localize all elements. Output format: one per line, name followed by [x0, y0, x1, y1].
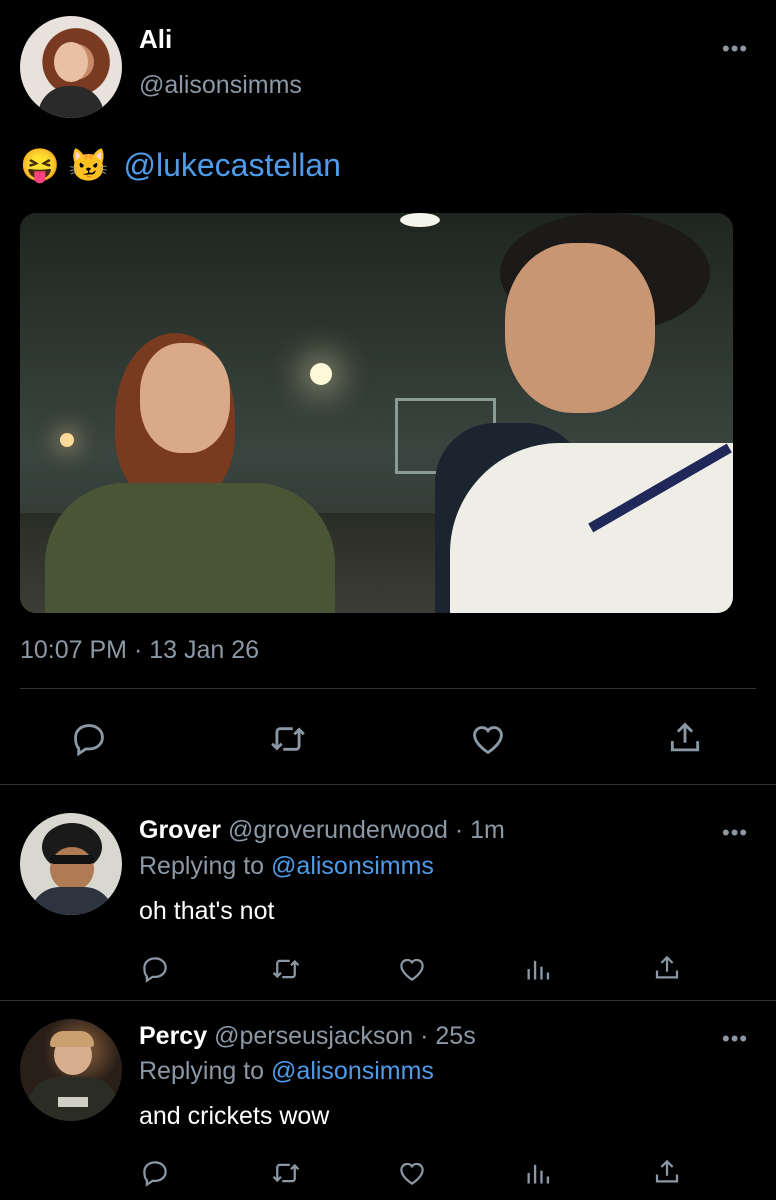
reply-icon[interactable] — [70, 720, 108, 758]
handle[interactable]: @groverunderwood — [228, 816, 448, 844]
analytics-icon[interactable] — [524, 1158, 552, 1188]
retweet-icon[interactable] — [270, 954, 302, 984]
like-icon[interactable] — [468, 720, 508, 758]
tweet-text: 😝 😼 @lukecastellan — [20, 146, 341, 184]
like-icon[interactable] — [396, 954, 428, 984]
reply-text: and crickets wow — [139, 1102, 330, 1130]
share-icon[interactable] — [652, 1156, 682, 1188]
display-name[interactable]: Grover — [139, 816, 221, 844]
divider — [0, 784, 776, 785]
more-options-icon[interactable]: ••• — [722, 36, 748, 62]
display-name[interactable]: Percy — [139, 1022, 207, 1050]
retweet-icon[interactable] — [270, 1158, 302, 1188]
divider — [20, 688, 756, 689]
share-icon[interactable] — [652, 952, 682, 984]
reply-text: oh that's not — [139, 897, 275, 925]
replying-to: Replying to @alisonsimms — [139, 1057, 434, 1086]
like-icon[interactable] — [396, 1158, 428, 1188]
display-name[interactable]: Ali — [139, 24, 172, 55]
mention-link[interactable]: @alisonsimms — [271, 1057, 434, 1085]
mention-link[interactable]: @alisonsimms — [271, 852, 434, 880]
more-options-icon[interactable]: ••• — [722, 820, 748, 846]
handle[interactable]: @perseusjackson — [214, 1022, 413, 1050]
media-image[interactable] — [20, 213, 733, 613]
replying-to-label: Replying to — [139, 852, 265, 880]
avatar[interactable] — [20, 1019, 122, 1121]
share-icon[interactable] — [666, 718, 704, 758]
avatar[interactable] — [20, 16, 122, 118]
more-options-icon[interactable]: ••• — [722, 1026, 748, 1052]
reply-icon[interactable] — [140, 954, 170, 984]
replying-to: Replying to @alisonsimms — [139, 852, 434, 881]
replying-to-label: Replying to — [139, 1057, 265, 1085]
analytics-icon[interactable] — [524, 954, 552, 984]
reply-icon[interactable] — [140, 1158, 170, 1188]
reply-age: · 1m — [454, 816, 505, 844]
mention-link[interactable]: @lukecastellan — [123, 147, 340, 183]
reply-header: Grover @groverunderwood · 1m — [139, 816, 505, 845]
reply-age: · 25s — [420, 1022, 476, 1050]
reply-header: Percy @perseusjackson · 25s — [139, 1022, 476, 1051]
avatar[interactable] — [20, 813, 122, 915]
handle[interactable]: @alisonsimms — [139, 71, 302, 100]
divider — [0, 1000, 776, 1001]
timestamp: 10:07 PM · 13 Jan 26 — [20, 636, 260, 664]
retweet-icon[interactable] — [268, 720, 308, 758]
emoji-text: 😝 😼 — [20, 147, 109, 183]
